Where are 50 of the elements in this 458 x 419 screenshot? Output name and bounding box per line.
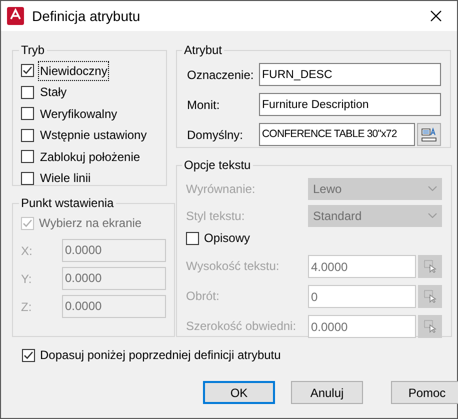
text-field[interactable]: FURN_DESC — [259, 63, 441, 86]
dialog-button[interactable]: OK — [203, 381, 275, 404]
pick-point-button[interactable] — [418, 314, 442, 338]
close-icon — [430, 10, 442, 22]
checkbox[interactable] — [21, 107, 34, 120]
checkbox-label: Weryfikowalny — [39, 106, 118, 123]
app-logo-icon — [7, 7, 24, 25]
field-label: Wyrównanie: — [186, 180, 256, 198]
checkbox[interactable] — [21, 64, 34, 78]
field-label: Szerokość obwiedni: — [186, 318, 298, 335]
group-title: Atrybut — [183, 42, 224, 59]
pick-point-button[interactable] — [418, 284, 442, 308]
group-title: Punkt wstawienia — [20, 195, 115, 212]
pick-point-button[interactable] — [418, 254, 442, 278]
chevron-down-icon — [428, 186, 437, 191]
group-title: Tryb — [20, 42, 46, 59]
group-title: Opcje tekstu — [183, 157, 252, 174]
checkbox[interactable] — [21, 150, 34, 164]
checkbox-label: Niewidoczny — [39, 62, 108, 80]
field-label: Styl tekstu: — [186, 208, 246, 224]
checkbox[interactable] — [186, 232, 199, 244]
cursor-icon — [423, 259, 437, 273]
checkbox[interactable] — [21, 172, 34, 185]
checkbox[interactable] — [21, 86, 34, 99]
checkbox[interactable] — [21, 128, 34, 142]
checkbox-label: Opisowy — [204, 230, 250, 247]
field-label: Oznaczenie: — [186, 66, 255, 84]
checkbox[interactable] — [22, 348, 35, 362]
text-field[interactable]: CONFERENCE TABLE 30"x72 — [259, 123, 415, 146]
cursor-icon — [423, 319, 437, 333]
checkbox-label: Stały — [39, 84, 68, 102]
field-label: Wysokość tekstu: — [186, 258, 280, 275]
checkbox-label: Zablokuj położenie — [39, 148, 142, 166]
dialog-button[interactable]: Anuluj — [291, 381, 363, 404]
field-label: Monit: — [186, 96, 221, 114]
insert-field-button[interactable] — [417, 123, 441, 146]
cursor-icon — [423, 289, 437, 303]
checkbox-label: Dopasuj poniżej poprzedniej definicji atrybutu — [40, 347, 281, 364]
text-field[interactable]: Furniture Description — [259, 93, 441, 116]
window-title: Definicja atrybutu — [32, 6, 142, 26]
checkbox-label: Wstępnie ustawiony — [39, 127, 148, 144]
field-label: Domyślny: — [186, 126, 244, 144]
checkbox-label: Wiele linii — [39, 170, 92, 188]
field-label: Obrót: — [186, 288, 220, 305]
field-label: X: — [21, 242, 34, 260]
dialog-button[interactable]: Pomoc — [391, 381, 458, 404]
field-label: Z: — [21, 298, 33, 316]
checkbox-label: Wybierz na ekranie — [39, 215, 142, 232]
field-label: Y: — [21, 270, 33, 288]
chevron-down-icon — [428, 213, 437, 218]
